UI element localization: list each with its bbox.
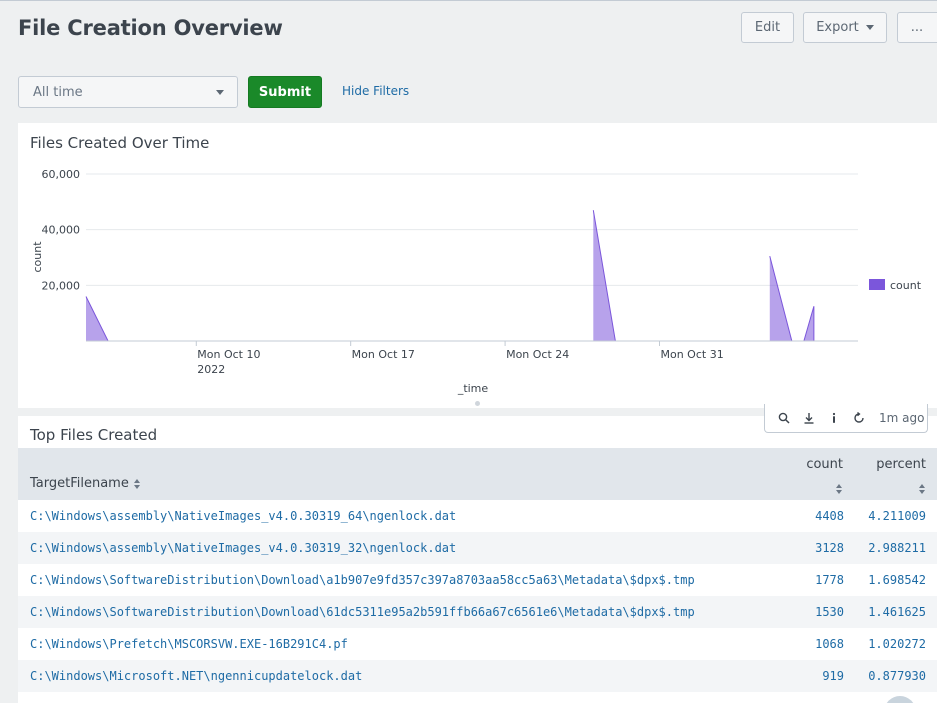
time-range-value: All time [33, 84, 83, 100]
last-refreshed: 1m ago [879, 411, 925, 425]
panel-toolbar: 1m ago [764, 404, 928, 433]
info-icon[interactable] [821, 412, 846, 424]
edit-button[interactable]: Edit [741, 12, 794, 43]
cell-percent[interactable]: 4.211009 [868, 509, 926, 523]
cell-targetfilename[interactable]: C:\Windows\assembly\NativeImages_v4.0.30… [30, 509, 456, 523]
cell-count[interactable]: 1778 [815, 573, 844, 587]
table-panel-title: Top Files Created [30, 426, 158, 444]
cell-percent[interactable]: 1.020272 [868, 637, 926, 651]
column-header-label: TargetFilename [30, 476, 129, 491]
cell-count[interactable]: 1530 [815, 605, 844, 619]
line-series-count [85, 296, 572, 342]
top-border [0, 0, 937, 1]
chart-panel: Files Created Over Time 60,000 40,000 20,0… [18, 123, 937, 408]
column-header-label: percent [876, 457, 926, 472]
x-tick-label: Mon Oct 10 [197, 348, 260, 361]
chevron-down-icon [865, 25, 874, 30]
x-tick-sublabel: 2022 [197, 363, 225, 376]
cell-percent[interactable]: 2.988211 [868, 541, 926, 555]
resize-handle[interactable] [475, 401, 480, 406]
table-panel: Top Files Created TargetFilename count p… [18, 416, 937, 703]
hide-filters-link[interactable]: Hide Filters [342, 84, 409, 98]
submit-button-label: Submit [258, 84, 312, 100]
cell-targetfilename[interactable]: C:\Windows\Prefetch\MSCORSVW.EXE-16B291C… [30, 637, 348, 651]
edit-button-label: Edit [754, 20, 781, 35]
sort-icon [919, 484, 926, 494]
refresh-icon[interactable] [846, 412, 871, 424]
x-tick-label: Mon Oct 17 [352, 348, 415, 361]
table-row[interactable]: C:\Windows\SoftwareDistribution\Download… [18, 564, 937, 596]
more-actions-label: ... [910, 20, 924, 35]
legend-label[interactable]: count [890, 279, 922, 292]
legend-swatch [869, 279, 885, 290]
column-header-percent[interactable]: percent [876, 457, 926, 494]
more-actions-button[interactable]: ... [897, 12, 937, 43]
cell-percent[interactable]: 1.461625 [868, 605, 926, 619]
cell-count[interactable]: 4408 [815, 509, 844, 523]
page-title: File Creation Overview [18, 16, 283, 40]
search-icon[interactable] [771, 412, 796, 424]
table-header: TargetFilename count percent [18, 448, 937, 500]
submit-button[interactable]: Submit [248, 76, 322, 108]
cell-count[interactable]: 3128 [815, 541, 844, 555]
time-range-dropdown[interactable]: All time [18, 76, 238, 108]
y-tick-label: 60,000 [42, 168, 81, 181]
cell-targetfilename[interactable]: C:\Windows\SoftwareDistribution\Download… [30, 605, 695, 619]
table-row[interactable]: C:\Windows\Prefetch\MSCORSVW.EXE-16B291C… [18, 628, 937, 660]
table-row[interactable]: C:\Windows\Microsoft.NET\ngennicupdatelo… [18, 660, 937, 692]
y-tick-label: 20,000 [42, 279, 81, 292]
cell-targetfilename[interactable]: C:\Windows\assembly\NativeImages_v4.0.30… [30, 541, 456, 555]
area-series-count[interactable] [803, 306, 815, 342]
x-axis-label: _time [457, 382, 489, 395]
y-axis-label: count [31, 241, 44, 273]
sort-icon [133, 478, 141, 489]
sort-icon [836, 484, 843, 494]
table-row[interactable]: C:\Windows\assembly\NativeImages_v4.0.30… [18, 500, 937, 532]
cell-targetfilename[interactable]: C:\Windows\SoftwareDistribution\Download… [30, 573, 695, 587]
export-button[interactable]: Export [803, 12, 887, 43]
download-icon[interactable] [796, 412, 821, 424]
cell-targetfilename[interactable]: C:\Windows\Microsoft.NET\ngennicupdatelo… [30, 669, 362, 683]
column-header-targetfilename[interactable]: TargetFilename [30, 476, 141, 491]
chevron-down-icon [216, 90, 224, 95]
files-created-chart: 60,000 40,000 20,000 Mon Oct 10 2022 Mon Oct … [31, 168, 922, 395]
area-series-count[interactable] [86, 296, 572, 341]
x-tick-label: Mon Oct 24 [506, 348, 569, 361]
table-row[interactable]: C:\Windows\assembly\NativeImages_v4.0.30… [18, 532, 937, 564]
cell-percent[interactable]: 0.877930 [868, 669, 926, 683]
cell-percent[interactable]: 1.698542 [868, 573, 926, 587]
x-tick-label: Mon Oct 31 [660, 348, 723, 361]
column-header-count[interactable]: count [806, 457, 843, 494]
y-tick-label: 40,000 [42, 224, 81, 237]
cell-count[interactable]: 919 [822, 669, 844, 683]
column-header-label: count [806, 457, 843, 472]
export-button-label: Export [816, 20, 859, 35]
table-row[interactable]: C:\Windows\SoftwareDistribution\Download… [18, 596, 937, 628]
cell-count[interactable]: 1068 [815, 637, 844, 651]
